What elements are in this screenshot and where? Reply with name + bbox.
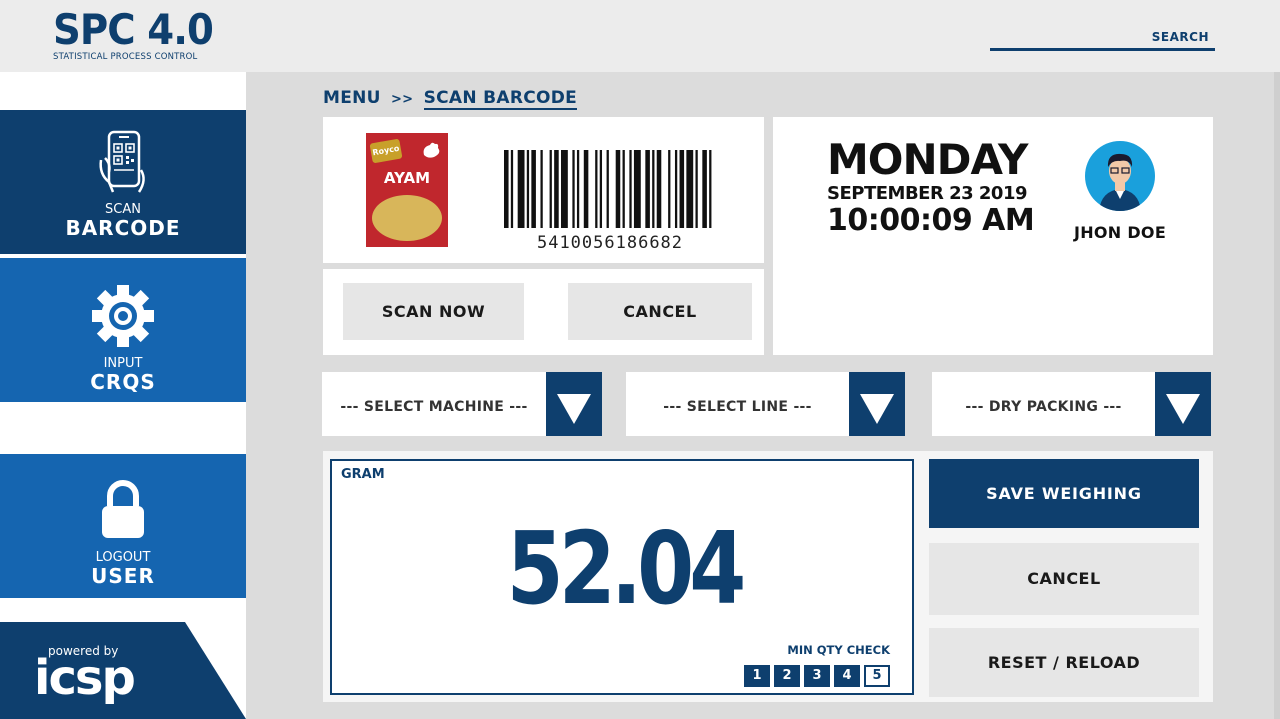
product-dish-illustration [372,195,442,241]
product-brand-logo: Royco [369,138,403,164]
powered-by-brand: icsp [34,650,136,706]
select-packing-dropdown[interactable]: --- DRY PACKING --- [932,372,1211,436]
select-machine-value: --- SELECT MACHINE --- [340,399,528,415]
scrollbar[interactable] [1274,72,1280,719]
app-logo-subtitle: STATISTICAL PROCESS CONTROL [53,52,198,62]
breadcrumb-current: SCAN BARCODE [423,88,578,110]
search-input[interactable]: SEARCH [990,28,1215,51]
barcode-bar [622,150,625,228]
chicken-icon [423,142,440,158]
sidebar-item-big-label: BARCODE [65,216,181,240]
select-line-value: --- SELECT LINE --- [663,399,812,415]
product-barcode-card: Royco AYAM 5410056186682 [323,117,764,263]
sidebar-item-logout-user[interactable]: LOGOUT USER [0,454,246,598]
breadcrumb: MENU >> SCAN BARCODE [323,88,578,110]
sidebar-item-big-label: USER [91,564,155,588]
header: SPC 4.0 STATISTICAL PROCESS CONTROL SEAR… [0,0,1280,72]
sidebar-item-small-label: SCAN [105,202,141,217]
barcode-bar [709,150,712,228]
sidebar-item-big-label: CRQS [90,370,156,394]
qty-step-3[interactable]: 3 [804,665,830,687]
current-date: SEPTEMBER 23 2019 [827,183,1028,204]
qty-step-5[interactable]: 5 [864,665,890,687]
weight-value: 52.04 [506,510,747,627]
select-line-arrow[interactable] [849,372,905,436]
user-avatar-icon [1099,153,1141,211]
weight-unit: GRAM [341,467,385,482]
barcode-bar [656,150,662,228]
barcode-bar [606,150,609,228]
current-time: 10:00:09 AM [827,203,1035,238]
barcode-bar [560,150,568,228]
scan-actions-card: SCAN NOW CANCEL [323,269,764,355]
weighing-panel: GRAM 52.04 MIN QTY CHECK 1 2 3 4 5 SAVE … [323,451,1213,702]
barcode-bar [595,150,598,228]
select-machine-dropdown[interactable]: --- SELECT MACHINE --- [322,372,602,436]
barcode-bar [504,150,509,228]
reset-reload-button[interactable]: RESET / RELOAD [929,628,1199,697]
breadcrumb-root[interactable]: MENU [323,88,381,108]
barcode-bar [583,150,589,228]
select-packing-value: --- DRY PACKING --- [965,399,1122,415]
barcode-bar [674,150,678,228]
barcode-bar [633,150,641,228]
qty-step-2[interactable]: 2 [774,665,800,687]
barcode-bar [576,150,580,228]
scan-cancel-button[interactable]: CANCEL [568,283,752,340]
sidebar-item-input-crqs[interactable]: INPUT CRQS [0,258,246,402]
current-day: MONDAY [827,135,1028,184]
barcode-bar [526,150,530,228]
select-packing-arrow[interactable] [1155,372,1211,436]
user-name: JHON DOE [1073,223,1167,242]
search-label: SEARCH [1151,30,1209,44]
scan-now-button[interactable]: SCAN NOW [343,283,524,340]
avatar[interactable] [1085,141,1155,211]
powered-by-badge: powered by icsp [0,622,246,719]
app-logo-title: SPC 4.0 [53,5,214,54]
barcode-bar [599,150,603,228]
barcode-bar [615,150,621,228]
barcode-bar [645,150,650,228]
barcode-bar [554,150,559,228]
chevron-down-icon [1166,394,1200,424]
lock-icon [102,480,144,538]
sidebar: SCAN BARCODE INPUT CRQS LOGOUT USER powe… [0,72,246,719]
barcode-bar [679,150,685,228]
sidebar-item-small-label: INPUT [103,356,143,371]
select-line-dropdown[interactable]: --- SELECT LINE --- [626,372,905,436]
barcode-bar [695,150,698,228]
barcode-bar [531,150,536,228]
chevron-down-icon [557,394,591,424]
barcode-bar [510,150,514,228]
main-content: MENU >> SCAN BARCODE Royco AYAM 54100561… [246,72,1280,719]
barcode-bar [652,150,655,228]
weight-display: GRAM 52.04 MIN QTY CHECK 1 2 3 4 5 [330,459,914,695]
min-qty-check-label: MIN QTY CHECK [787,643,890,657]
qty-step-1[interactable]: 1 [744,665,770,687]
save-weighing-button[interactable]: SAVE WEIGHING [929,459,1199,528]
barcode-bar [668,150,671,228]
barcode-bar [549,150,552,228]
datetime-user-card: MONDAY SEPTEMBER 23 2019 10:00:09 AM JHO… [773,117,1213,355]
barcode-number: 5410056186682 [536,233,684,253]
barcode-bar [540,150,543,228]
qr-phone-icon [99,130,145,193]
barcode-graphic [504,150,712,228]
product-image: Royco AYAM [366,133,448,247]
barcode-bar [686,150,694,228]
barcode-bar [572,150,575,228]
gear-icon [92,285,154,347]
breadcrumb-separator: >> [390,92,414,107]
product-flavor: AYAM [383,169,431,187]
barcode-bar [629,150,632,228]
weighing-cancel-button[interactable]: CANCEL [929,543,1199,615]
barcode-bar [702,150,707,228]
min-qty-steps: 1 2 3 4 5 [744,665,890,687]
sidebar-item-scan-barcode[interactable]: SCAN BARCODE [0,110,246,254]
select-machine-arrow[interactable] [546,372,602,436]
qty-step-4[interactable]: 4 [834,665,860,687]
chevron-down-icon [860,394,894,424]
sidebar-item-small-label: LOGOUT [95,550,151,565]
barcode-bar [517,150,525,228]
